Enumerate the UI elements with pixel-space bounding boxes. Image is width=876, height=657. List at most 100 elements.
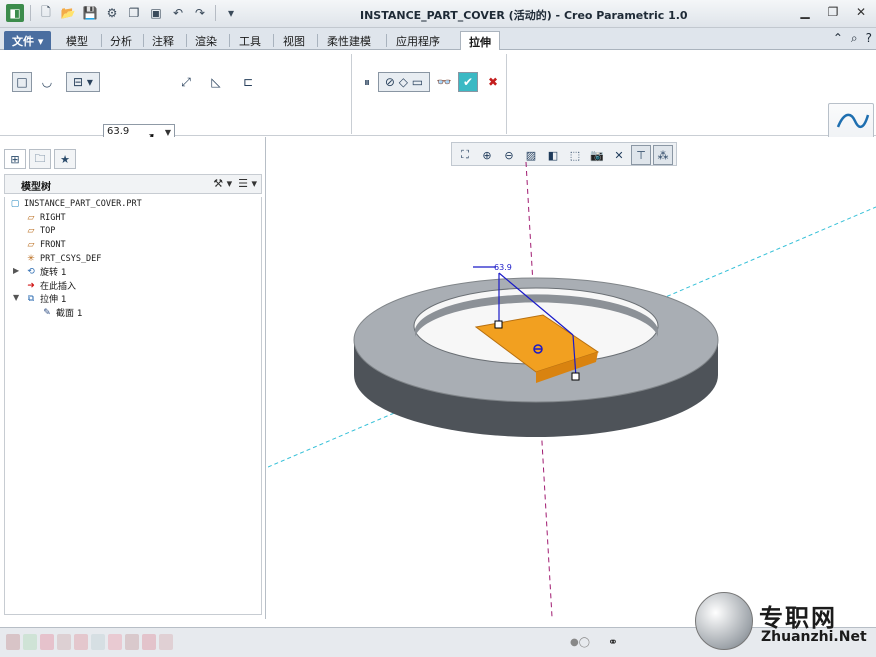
redo-icon[interactable]: ↷ [191,4,209,22]
surface-icon[interactable]: ◡ [37,72,57,92]
status-right: ●◯ ⚭ [570,635,618,649]
preview-options-icon[interactable]: ⊘ ◇ ▭ [378,72,430,92]
tab-render[interactable]: 渲染 [187,31,225,50]
save-icon[interactable]: 💾 [81,4,99,22]
pause-icon[interactable]: ⏸ [357,72,377,92]
regenerate-icon[interactable]: ⚙ [103,4,121,22]
tree-node-label: PRT_CSYS_DEF [40,253,102,264]
watermark-text: 专职网 [759,604,837,632]
quick-access-toolbar: ◧ 🗋 📂 💾 ⚙ ❐ ▣ ↶ ↷ ▾ [6,4,240,22]
model-tree-tools: ⚒ ▾ ☰ ▾ [213,177,257,190]
flip-direction-icon[interactable]: ⤢ [176,72,196,92]
accept-icon[interactable]: ✔ [458,72,478,92]
undo-icon[interactable]: ↶ [169,4,187,22]
model-tree-header: 模型树 ⚒ ▾ ☰ ▾ [4,174,262,194]
tree-node-label: 拉伸 1 [40,295,67,305]
tree-node-section[interactable]: ✎ 截面 1 [41,306,82,320]
tree-node-csys[interactable]: ✳ PRT_CSYS_DEF [25,252,101,265]
status-message-icon [108,634,122,650]
new-icon[interactable]: 🗋 [37,4,55,22]
expand-icon[interactable]: ▶ [13,266,19,275]
datum-curve-icon [836,113,870,128]
tab-flexible-modeling[interactable]: 柔性建模 [319,31,379,50]
depth-option-icon[interactable]: ⊟ ▾ [66,72,100,92]
datum-plane-icon: ▱ [27,239,35,250]
folder-browser-tab-icon[interactable]: 🗀 [29,149,51,169]
title-bar: ◧ 🗋 📂 💾 ⚙ ❐ ▣ ↶ ↷ ▾ INSTANCE_PART_COVER … [0,0,876,28]
favorites-tab-icon[interactable]: ★ [54,149,76,169]
extrude-ribbon: □ ◡ ⊟ ▾ 63.9 ▼ ⤢ ◺ ⊏ ⏸ ⊘ ◇ ▭ 👓 ✔ ✖ 放置 选项… [0,50,876,184]
collapse-icon[interactable]: ▼ [13,293,19,302]
model-tree: ▢ INSTANCE_PART_COVER.PRT ▱ RIGHT ▱ TOP … [4,197,262,615]
drag-handle[interactable] [494,320,503,329]
watermark: 专职网 Zhuanzhi.Net [695,592,875,654]
tree-node-label: 在此插入 [40,282,77,292]
tab-separator [229,34,230,47]
toolbar-separator [215,5,216,21]
tab-file[interactable]: 文件 ▾ [4,31,52,50]
datum-plane-icon: ▱ [27,225,35,236]
status-message-icon [57,634,71,650]
open-icon[interactable]: 📂 [59,4,77,22]
dimension-label[interactable]: 63.9 [494,263,512,272]
verify-preview-icon[interactable]: 👓 [434,72,454,92]
app-icon: ◧ [6,4,24,22]
model-tree-title: 模型树 [21,182,51,193]
selection-filter-icon[interactable]: ⚭ [608,635,618,649]
search-icon[interactable]: ⌕ [851,31,858,46]
window-controls: ▁ ❐ ✕ [796,4,870,20]
extrude-icon: ⧉ [27,293,35,304]
solid-icon[interactable]: □ [12,72,32,92]
sketch-icon: ✎ [43,307,51,318]
tree-node-label: 旋转 1 [40,268,67,278]
navigator-panel: ⊞ 🗀 ★ 模型树 ⚒ ▾ ☰ ▾ ▢ INSTANCE_PART_COVER.… [0,137,266,619]
status-message-icon [159,634,173,650]
tab-tools[interactable]: 工具 [231,31,269,50]
tab-model[interactable]: 模型 [58,31,96,50]
collapse-ribbon-icon[interactable]: ⌃ [833,31,843,46]
help-icon[interactable]: ? [866,31,872,46]
regen-status-icon: ●◯ [570,636,590,648]
close-icon[interactable]: ✕ [852,4,870,20]
windows-icon[interactable]: ❐ [125,4,143,22]
tab-extrude[interactable]: 拉伸 [460,31,500,50]
tree-node-part[interactable]: ▢ INSTANCE_PART_COVER.PRT [9,197,142,210]
customize-icon[interactable]: ▾ [222,4,240,22]
ribbon-separator [506,54,507,134]
tab-annotate[interactable]: 注释 [144,31,182,50]
window-title: INSTANCE_PART_COVER (活动的) - Creo Paramet… [360,9,688,22]
minimize-icon[interactable]: ▁ [796,4,814,20]
settings-icon[interactable]: ⚒ ▾ [213,177,232,190]
tree-node-label: INSTANCE_PART_COVER.PRT [24,198,142,209]
status-message-icon [23,634,37,650]
insert-arrow-icon: ➜ [27,280,35,291]
status-message-icon [91,634,105,650]
tab-applications[interactable]: 应用程序 [388,31,448,50]
show-icon[interactable]: ☰ ▾ [238,177,257,190]
tree-node-top[interactable]: ▱ TOP [25,224,56,237]
model-tree-tab-icon[interactable]: ⊞ [4,149,26,169]
remove-material-icon[interactable]: ◺ [206,72,226,92]
watermark-logo [695,592,753,650]
tree-node-right[interactable]: ▱ RIGHT [25,211,66,224]
tab-analysis[interactable]: 分析 [102,31,140,50]
tab-separator [273,34,274,47]
tree-node-label: RIGHT [40,212,66,223]
status-message-icon [125,634,139,650]
tab-separator [386,34,387,47]
close-window-icon[interactable]: ▣ [147,4,165,22]
graphics-window[interactable]: ⛶ ⊕ ⊖ ▨ ◧ ⬚ 📷 ✕ ⊤ ⁂ 63.9 [268,137,876,619]
cancel-icon[interactable]: ✖ [483,72,503,92]
tree-node-revolve[interactable]: ⟲ 旋转 1 [25,265,67,279]
drag-handle[interactable] [571,372,580,381]
tab-view[interactable]: 视图 [275,31,313,50]
ribbon-separator [351,54,352,134]
csys-icon: ✳ [27,253,35,264]
tree-node-extrude[interactable]: ⧉ 拉伸 1 [25,292,67,306]
model-viewport: 63.9 [268,161,876,618]
thicken-sketch-icon[interactable]: ⊏ [238,72,258,92]
revolve-icon: ⟲ [27,266,35,277]
tree-node-front[interactable]: ▱ FRONT [25,238,66,251]
restore-icon[interactable]: ❐ [824,4,842,20]
tree-node-insert-here[interactable]: ➜ 在此插入 [25,279,77,293]
